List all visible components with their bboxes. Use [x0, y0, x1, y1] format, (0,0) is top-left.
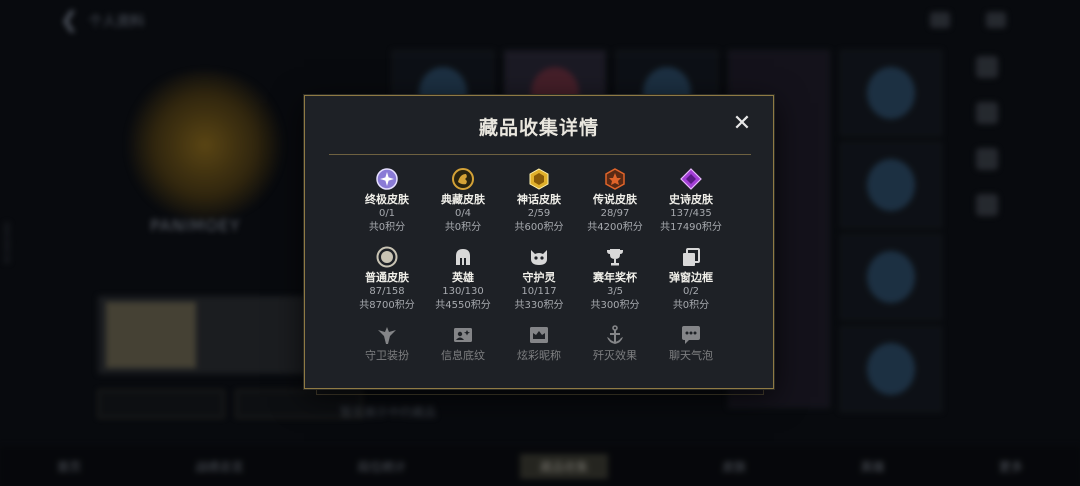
collection-item-label: 终极皮肤: [365, 193, 409, 206]
collection-item-label: 弹窗边框: [669, 271, 713, 284]
colorful-name-icon: [528, 324, 550, 346]
collection-item-label: 典藏皮肤: [441, 193, 485, 206]
collection-item[interactable]: 英雄 130/130 共4550积分: [425, 246, 501, 313]
collection-item-points: 共4200积分: [587, 222, 643, 233]
info-banner-icon: [452, 324, 474, 346]
collection-item[interactable]: 赛年奖杯 3/5 共300积分: [577, 246, 653, 313]
collection-item-count: 0/4: [454, 208, 472, 219]
epic-skin-icon: [680, 168, 702, 190]
collection-item-label: 史诗皮肤: [669, 193, 713, 206]
collection-item[interactable]: 普通皮肤 87/158 共8700积分: [349, 246, 425, 313]
collection-item-label: 歼灭效果: [593, 349, 637, 362]
collection-item-count: 0/1: [378, 208, 396, 219]
collection-item-points: 共4550积分: [435, 300, 491, 311]
collection-item[interactable]: 歼灭效果: [577, 324, 653, 363]
close-button[interactable]: ✕: [731, 113, 753, 135]
common-skin-icon: [376, 246, 398, 268]
collection-item-count: 2/59: [527, 208, 551, 219]
collection-row: 终极皮肤 0/1 共0积分 典藏皮肤 0/4 共0积分 神话皮肤 2/59 共600积分 传说皮肤…: [349, 168, 729, 235]
collection-item[interactable]: 神话皮肤 2/59 共600积分: [501, 168, 577, 235]
title-divider: [329, 154, 751, 155]
collection-item[interactable]: 炫彩昵称: [501, 324, 577, 363]
collection-item[interactable]: 史诗皮肤 137/435 共17490积分: [653, 168, 729, 235]
collection-item-count: 3/5: [606, 286, 624, 297]
collection-item-points: 共0积分: [368, 222, 406, 233]
champion-helmet-icon: [452, 246, 474, 268]
collection-item-count: 130/130: [442, 286, 484, 297]
collection-item-count: 28/97: [600, 208, 630, 219]
collection-item-label: 守护灵: [522, 271, 556, 284]
collection-item[interactable]: 弹窗边框 0/2 共0积分: [653, 246, 729, 313]
collection-details-dialog: 藏品收集详情 ✕ 终极皮肤 0/1 共0积分 典藏皮肤 0/4 共0积分 神话皮肤 2/59 共…: [304, 95, 774, 389]
collection-item[interactable]: 终极皮肤 0/1 共0积分: [349, 168, 425, 235]
dialog-title: 藏品收集详情: [478, 117, 599, 139]
collection-item-label: 炫彩昵称: [517, 349, 561, 362]
collection-item-points: 共0积分: [444, 222, 482, 233]
collection-item[interactable]: 传说皮肤 28/97 共4200积分: [577, 168, 653, 235]
collection-item-points: 共0积分: [672, 300, 710, 311]
ace-effect-icon: [604, 324, 626, 346]
popup-frame-icon: [680, 246, 702, 268]
collection-item[interactable]: 聊天气泡: [653, 324, 729, 363]
collection-item-label: 传说皮肤: [593, 193, 637, 206]
guardian-spirit-icon: [528, 246, 550, 268]
collection-item-points: 共330积分: [514, 300, 564, 311]
collection-item-points: 共17490积分: [660, 222, 722, 233]
legendary-skin-icon: [604, 168, 626, 190]
ward-skin-icon: [376, 324, 398, 346]
collection-grid: 终极皮肤 0/1 共0积分 典藏皮肤 0/4 共0积分 神话皮肤 2/59 共600积分 传说皮肤…: [349, 168, 729, 363]
trophy-icon: [604, 246, 626, 268]
collection-item-count: 87/158: [369, 286, 405, 297]
collection-item[interactable]: 守护灵 10/117 共330积分: [501, 246, 577, 313]
collection-item-label: 聊天气泡: [669, 349, 713, 362]
collection-item-label: 守卫装扮: [365, 349, 409, 362]
collection-item-label: 信息底纹: [441, 349, 485, 362]
dialog-shadow-frame: [316, 388, 764, 395]
collection-item-label: 普通皮肤: [365, 271, 409, 284]
ultimate-skin-icon: [376, 168, 398, 190]
collection-item-points: 共8700积分: [359, 300, 415, 311]
collection-item-points: 共300积分: [590, 300, 640, 311]
collection-item-label: 赛年奖杯: [593, 271, 637, 284]
collection-item-count: 10/117: [521, 286, 557, 297]
exalted-skin-icon: [452, 168, 474, 190]
collection-row: 守卫装扮 信息底纹 炫彩昵称 歼灭效果 聊天气泡: [349, 324, 729, 363]
collection-item[interactable]: 信息底纹: [425, 324, 501, 363]
collection-item-label: 神话皮肤: [517, 193, 561, 206]
collection-item[interactable]: 守卫装扮: [349, 324, 425, 363]
mythic-skin-icon: [528, 168, 550, 190]
collection-row: 普通皮肤 87/158 共8700积分 英雄 130/130 共4550积分 守护灵 10/1…: [349, 246, 729, 313]
collection-item-points: 共600积分: [514, 222, 564, 233]
collection-item-label: 英雄: [452, 271, 474, 284]
collection-item-count: 137/435: [670, 208, 712, 219]
collection-item[interactable]: 典藏皮肤 0/4 共0积分: [425, 168, 501, 235]
chat-bubble-icon: [680, 324, 702, 346]
collection-item-count: 0/2: [682, 286, 700, 297]
